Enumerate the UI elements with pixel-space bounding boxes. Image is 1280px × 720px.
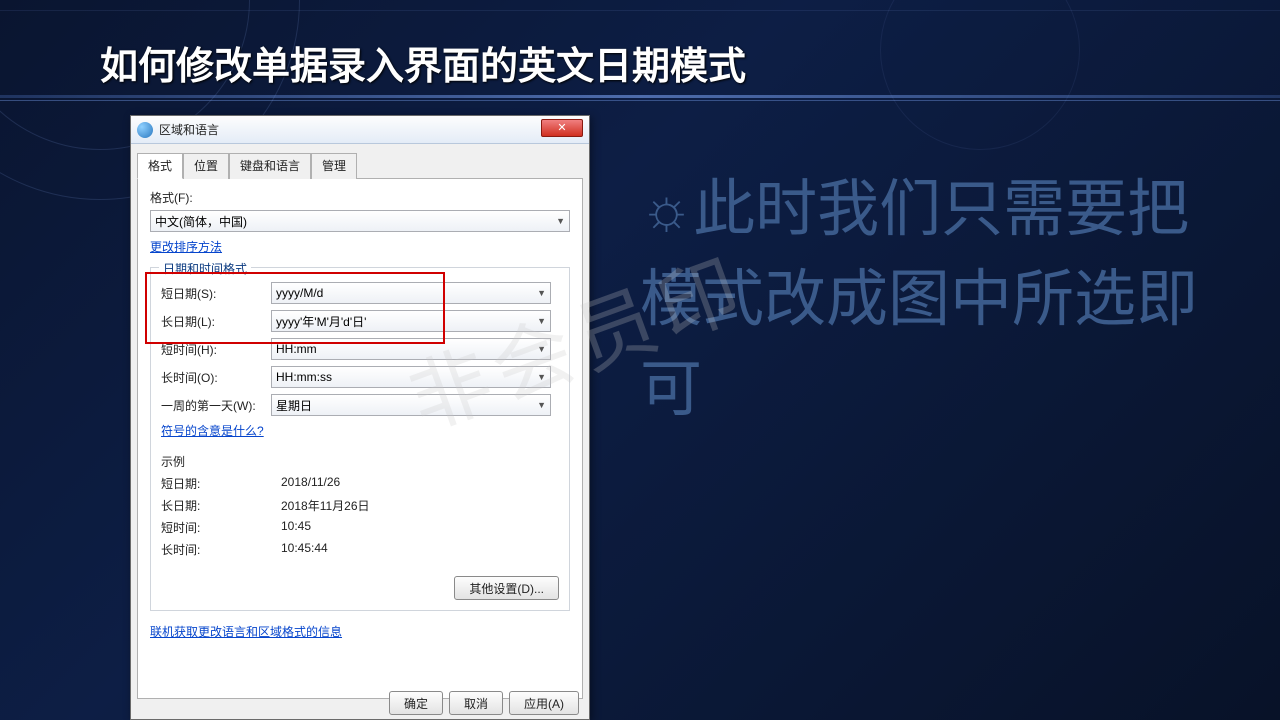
example-short-time-value: 10:45 [281,519,311,536]
datetime-format-group: 日期和时间格式 短日期(S): yyyy/M/d ▼ 长日期(L): yyyy'… [150,267,570,611]
example-long-date-value: 2018年11月26日 [281,497,370,514]
apply-button[interactable]: 应用(A) [509,691,579,715]
first-day-combo[interactable]: 星期日 ▼ [271,394,551,416]
short-date-combo[interactable]: yyyy/M/d ▼ [271,282,551,304]
chevron-down-icon: ▼ [537,400,546,410]
sort-method-link[interactable]: 更改排序方法 [150,240,222,254]
short-time-label: 短时间(H): [161,341,271,358]
sun-icon: ☼ [640,176,693,241]
example-long-date-label: 长日期: [161,497,281,514]
dialog-title: 区域和语言 [159,121,541,138]
online-info-link[interactable]: 联机获取更改语言和区域格式的信息 [150,625,342,639]
globe-icon [137,122,153,138]
long-time-label: 长时间(O): [161,369,271,386]
other-settings-button[interactable]: 其他设置(D)... [454,576,559,600]
short-time-row: 短时间(H): HH:mm ▼ [161,338,559,360]
tab-keyboard[interactable]: 键盘和语言 [229,153,311,179]
long-time-value: HH:mm:ss [276,370,332,384]
tab-location[interactable]: 位置 [183,153,229,179]
slide-title: 如何修改单据录入界面的英文日期模式 [100,35,746,90]
long-date-combo[interactable]: yyyy'年'M'月'd'日' ▼ [271,310,551,332]
example-short-time: 短时间: 10:45 [161,519,559,536]
chevron-down-icon: ▼ [556,216,565,226]
chevron-down-icon: ▼ [537,344,546,354]
short-date-row: 短日期(S): yyyy/M/d ▼ [161,282,559,304]
format-label: 格式(F): [150,189,570,206]
long-date-value: yyyy'年'M'月'd'日' [276,313,366,330]
short-time-combo[interactable]: HH:mm ▼ [271,338,551,360]
example-long-time-label: 长时间: [161,541,281,558]
first-day-label: 一周的第一天(W): [161,397,271,414]
datetime-group-title: 日期和时间格式 [159,260,251,277]
chevron-down-icon: ▼ [537,316,546,326]
short-time-value: HH:mm [276,342,317,356]
tab-admin[interactable]: 管理 [311,153,357,179]
example-short-date: 短日期: 2018/11/26 [161,475,559,492]
example-short-date-label: 短日期: [161,475,281,492]
tab-strip: 格式 位置 键盘和语言 管理 [137,152,583,179]
example-short-date-value: 2018/11/26 [281,475,340,492]
chevron-down-icon: ▼ [537,288,546,298]
dialog-footer: 确定 取消 应用(A) [389,691,579,715]
long-date-row: 长日期(L): yyyy'年'M'月'd'日' ▼ [161,310,559,332]
cancel-button[interactable]: 取消 [449,691,503,715]
title-rule-thin [0,100,1280,101]
dialog-titlebar[interactable]: 区域和语言 ✕ [131,116,589,144]
chevron-down-icon: ▼ [537,372,546,382]
short-date-label: 短日期(S): [161,285,271,302]
example-long-time: 长时间: 10:45:44 [161,541,559,558]
tab-body: 格式(F): 中文(简体，中国) ▼ 更改排序方法 日期和时间格式 短日期(S)… [137,179,583,699]
tab-format[interactable]: 格式 [137,153,183,179]
short-date-value: yyyy/M/d [276,286,323,300]
long-date-label: 长日期(L): [161,313,271,330]
example-long-date: 长日期: 2018年11月26日 [161,497,559,514]
side-explanation: ☼此时我们只需要把模式改成图中所选即可 [640,165,1200,435]
region-language-dialog: 区域和语言 ✕ 格式 位置 键盘和语言 管理 格式(F): 中文(简体，中国) … [130,115,590,720]
title-rule [0,95,1280,98]
long-time-combo[interactable]: HH:mm:ss ▼ [271,366,551,388]
first-day-value: 星期日 [276,397,312,414]
close-button[interactable]: ✕ [541,119,583,137]
symbol-meaning-link[interactable]: 符号的含意是什么? [161,424,264,438]
example-short-time-label: 短时间: [161,519,281,536]
example-long-time-value: 10:45:44 [281,541,328,558]
format-select[interactable]: 中文(简体，中国) ▼ [150,210,570,232]
ok-button[interactable]: 确定 [389,691,443,715]
format-select-value: 中文(简体，中国) [155,213,247,230]
side-explanation-text: 此时我们只需要把模式改成图中所选即可 [640,175,1198,424]
long-time-row: 长时间(O): HH:mm:ss ▼ [161,366,559,388]
first-day-row: 一周的第一天(W): 星期日 ▼ [161,394,559,416]
example-title: 示例 [161,453,559,470]
